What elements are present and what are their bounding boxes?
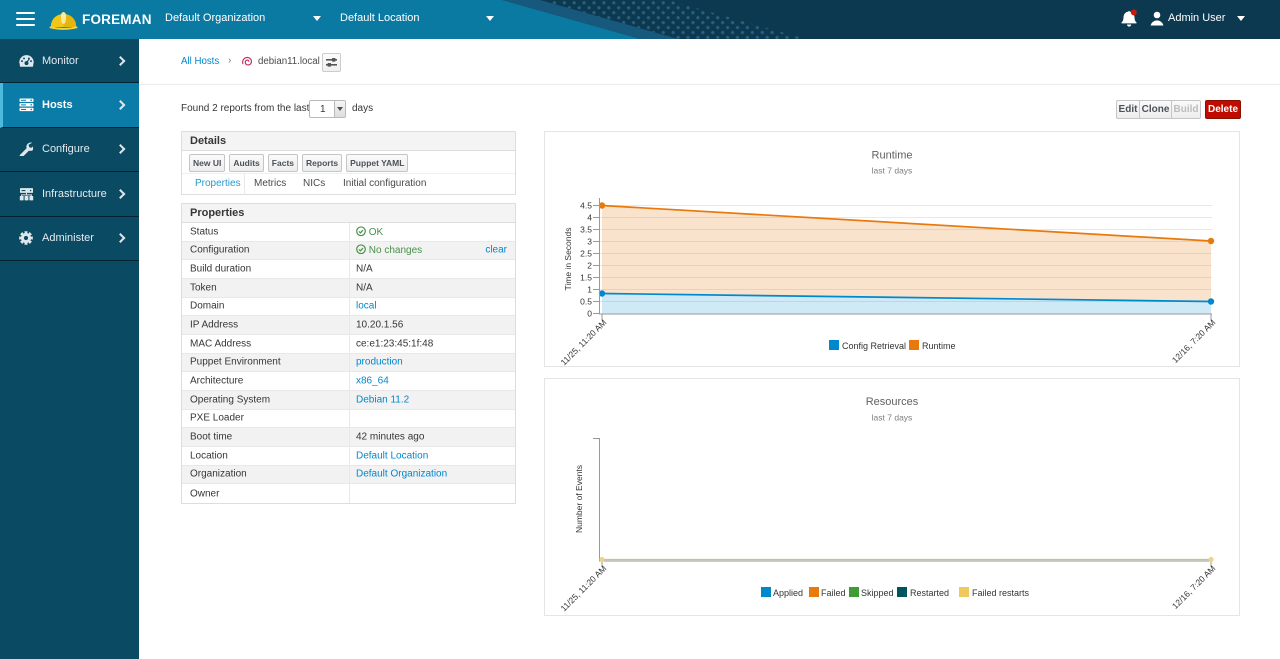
- svg-text:Failed: Failed: [821, 588, 846, 598]
- svg-text:4: 4: [587, 213, 592, 223]
- svg-text:3.5: 3.5: [580, 225, 592, 235]
- svg-text:1: 1: [587, 285, 592, 295]
- svg-text:Runtime: Runtime: [872, 150, 913, 162]
- svg-text:Skipped: Skipped: [861, 588, 894, 598]
- svg-text:11/25, 11:20 AM: 11/25, 11:20 AM: [558, 563, 608, 613]
- svg-text:1.5: 1.5: [580, 273, 592, 283]
- svg-text:4.5: 4.5: [580, 201, 592, 211]
- svg-text:2: 2: [587, 261, 592, 271]
- svg-text:0.5: 0.5: [580, 297, 592, 307]
- svg-text:Runtime: Runtime: [922, 341, 956, 351]
- svg-text:Applied: Applied: [773, 588, 803, 598]
- svg-text:2.5: 2.5: [580, 249, 592, 259]
- svg-text:Failed restarts: Failed restarts: [972, 588, 1030, 598]
- svg-text:3: 3: [587, 237, 592, 247]
- svg-text:Time in Seconds: Time in Seconds: [563, 228, 573, 291]
- svg-text:Restarted: Restarted: [910, 588, 949, 598]
- svg-text:last 7 days: last 7 days: [872, 413, 913, 423]
- svg-text:Config Retrieval: Config Retrieval: [842, 341, 906, 351]
- svg-text:12/16, 7:20 AM: 12/16, 7:20 AM: [1170, 317, 1218, 365]
- svg-text:12/16, 7:20 AM: 12/16, 7:20 AM: [1170, 563, 1218, 611]
- svg-text:last 7 days: last 7 days: [872, 166, 913, 176]
- svg-text:0: 0: [587, 309, 592, 319]
- svg-text:11/25, 11:20 AM: 11/25, 11:20 AM: [558, 317, 608, 366]
- svg-text:Resources: Resources: [866, 396, 919, 408]
- svg-text:Number of Events: Number of Events: [574, 465, 584, 533]
